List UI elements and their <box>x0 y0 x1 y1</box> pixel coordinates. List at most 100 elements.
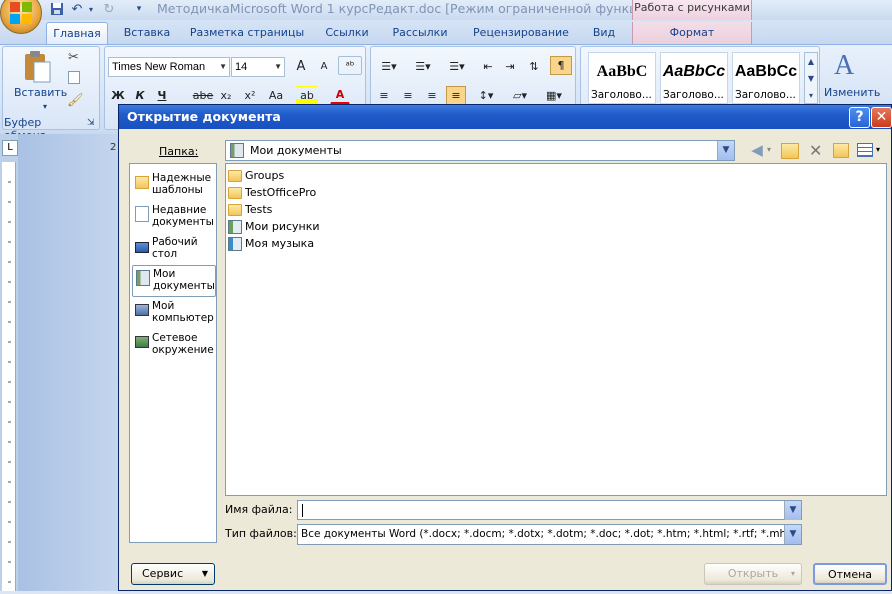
place-label: Недавние документы <box>152 204 214 228</box>
grow-font-button[interactable]: A <box>290 57 312 76</box>
style-name: Заголово... <box>735 89 796 101</box>
styles-scroll[interactable]: ▲ ▼ ▾ <box>804 52 818 104</box>
borders-icon[interactable]: ▦▾ <box>540 86 568 105</box>
open-button[interactable]: Открыть ▾ <box>704 563 802 585</box>
help-button[interactable]: ? <box>849 107 870 128</box>
chevron-down-icon[interactable]: ▼ <box>784 501 801 520</box>
superscript-button[interactable]: x² <box>240 86 260 105</box>
back-icon[interactable]: ◀ <box>747 141 767 161</box>
my-documents-icon <box>136 270 150 286</box>
up-folder-icon[interactable] <box>781 143 799 159</box>
decrease-indent-icon[interactable]: ⇤ <box>478 57 498 76</box>
style-heading-2[interactable]: AaBbCc Заголово... <box>660 52 728 104</box>
shrink-font-button[interactable]: A <box>313 57 335 76</box>
cancel-button[interactable]: Отмена <box>813 563 887 585</box>
italic-button[interactable]: К <box>130 86 150 105</box>
filename-input[interactable]: ▼ <box>297 500 802 520</box>
bold-button[interactable]: Ж <box>108 86 128 105</box>
filetype-combo[interactable]: Все документы Word (*.docx; *.docm; *.do… <box>297 524 802 545</box>
style-name: Заголово... <box>591 89 652 101</box>
place-label: Мои документы <box>153 268 215 292</box>
underline-button[interactable]: Ч <box>152 86 172 105</box>
undo-icon[interactable]: ↶ <box>68 0 86 18</box>
font-size-value: 14 <box>235 61 248 73</box>
style-heading-3[interactable]: AaBbCc Заголово... <box>732 52 800 104</box>
tab-view[interactable]: Вид <box>580 22 628 44</box>
file-name: TestOfficePro <box>245 186 317 199</box>
line-spacing-icon[interactable]: ↕▾ <box>472 86 500 105</box>
tab-selector[interactable]: L <box>2 140 18 156</box>
clear-formatting-icon[interactable]: ᵃᵇ <box>338 56 362 75</box>
cut-icon[interactable]: ✂ <box>68 50 79 65</box>
place-my-computer[interactable]: Мой компьютер <box>132 298 216 328</box>
views-dropdown-icon[interactable]: ▾ <box>876 145 880 154</box>
place-my-documents[interactable]: Мои документы <box>132 265 216 297</box>
show-formatting-icon[interactable]: ¶ <box>550 56 572 75</box>
vertical-ruler <box>2 162 16 591</box>
folder-icon <box>228 170 242 182</box>
strikethrough-button[interactable]: abe <box>192 86 214 105</box>
font-color-button[interactable]: A <box>330 86 350 105</box>
style-heading-1[interactable]: AaBbC Заголово... <box>588 52 656 104</box>
trusted-templates-icon <box>135 176 149 189</box>
multilevel-list-icon[interactable]: ☰▾ <box>442 57 472 76</box>
tab-home[interactable]: Главная <box>46 22 108 44</box>
increase-indent-icon[interactable]: ⇥ <box>500 57 520 76</box>
sort-icon[interactable]: ⇅ <box>524 57 544 76</box>
my-computer-icon <box>135 304 149 316</box>
subscript-button[interactable]: x₂ <box>216 86 236 105</box>
undo-dropdown-icon[interactable]: ▾ <box>86 0 96 18</box>
highlight-icon[interactable]: ab <box>296 86 318 105</box>
my-pictures-icon <box>228 220 242 234</box>
justify-icon[interactable]: ≡ <box>446 86 466 105</box>
tab-review[interactable]: Рецензирование <box>466 22 576 44</box>
change-styles-icon[interactable]: A <box>834 50 854 82</box>
align-right-icon[interactable]: ≡ <box>422 86 442 105</box>
delete-icon[interactable]: ✕ <box>809 141 822 160</box>
numbering-icon[interactable]: ☰▾ <box>408 57 438 76</box>
place-recent-documents[interactable]: Недавние документы <box>132 202 216 232</box>
folder-combo[interactable]: Мои документы ▼ <box>225 140 735 161</box>
chevron-down-icon[interactable]: ▼ <box>717 141 734 160</box>
place-network[interactable]: Сетевое окружение <box>132 330 216 360</box>
format-painter-icon[interactable]: 🖌 <box>67 93 84 108</box>
views-icon[interactable] <box>857 143 873 157</box>
file-name: Мои рисунки <box>245 220 320 233</box>
clipboard-launcher-icon[interactable]: ⇲ <box>87 118 95 128</box>
place-desktop[interactable]: Рабочий стол <box>132 234 216 264</box>
filetype-value: Все документы Word (*.docx; *.docm; *.do… <box>301 528 802 540</box>
customize-qat-icon[interactable]: ▾ <box>130 0 148 18</box>
tools-label: Сервис <box>142 567 184 580</box>
save-icon[interactable] <box>48 0 66 18</box>
text-cursor <box>302 504 303 517</box>
change-case-button[interactable]: Aa <box>264 86 288 105</box>
copy-icon[interactable] <box>68 71 80 84</box>
folder-icon <box>228 204 242 216</box>
change-styles-button[interactable]: Изменить <box>824 86 880 99</box>
shading-icon[interactable]: ▱▾ <box>506 86 534 105</box>
font-name-combo[interactable]: Times New Roman ▼ <box>108 57 230 77</box>
align-center-icon[interactable]: ≡ <box>398 86 418 105</box>
paste-dropdown-icon[interactable]: ▾ <box>43 102 47 111</box>
chevron-down-icon[interactable]: ▼ <box>784 525 801 544</box>
close-button[interactable]: ✕ <box>871 107 892 128</box>
tools-button[interactable]: Сервис ▼ <box>131 563 215 585</box>
chevron-down-icon: ▼ <box>201 569 208 578</box>
redo-icon[interactable]: ↻ <box>100 0 118 18</box>
font-size-combo[interactable]: 14 ▼ <box>231 57 285 77</box>
tab-insert[interactable]: Вставка <box>116 22 178 44</box>
place-trusted-templates[interactable]: Надежные шаблоны <box>132 170 216 200</box>
new-folder-icon[interactable] <box>833 143 849 158</box>
paste-button[interactable]: Вставить <box>14 86 67 99</box>
tab-mailings[interactable]: Рассылки <box>384 22 456 44</box>
bullets-icon[interactable]: ☰▾ <box>374 57 404 76</box>
tab-references[interactable]: Ссылки <box>316 22 378 44</box>
paste-icon[interactable] <box>22 50 52 84</box>
file-name: Tests <box>245 203 273 216</box>
file-list[interactable]: Groups TestOfficePro Tests Мои рисунки М… <box>225 163 887 496</box>
place-label: Надежные шаблоны <box>152 172 212 196</box>
align-left-icon[interactable]: ≡ <box>374 86 394 105</box>
tab-page-layout[interactable]: Разметка страницы <box>186 22 308 44</box>
back-dropdown-icon[interactable]: ▾ <box>767 145 771 154</box>
tab-format[interactable]: Формат <box>632 22 752 44</box>
